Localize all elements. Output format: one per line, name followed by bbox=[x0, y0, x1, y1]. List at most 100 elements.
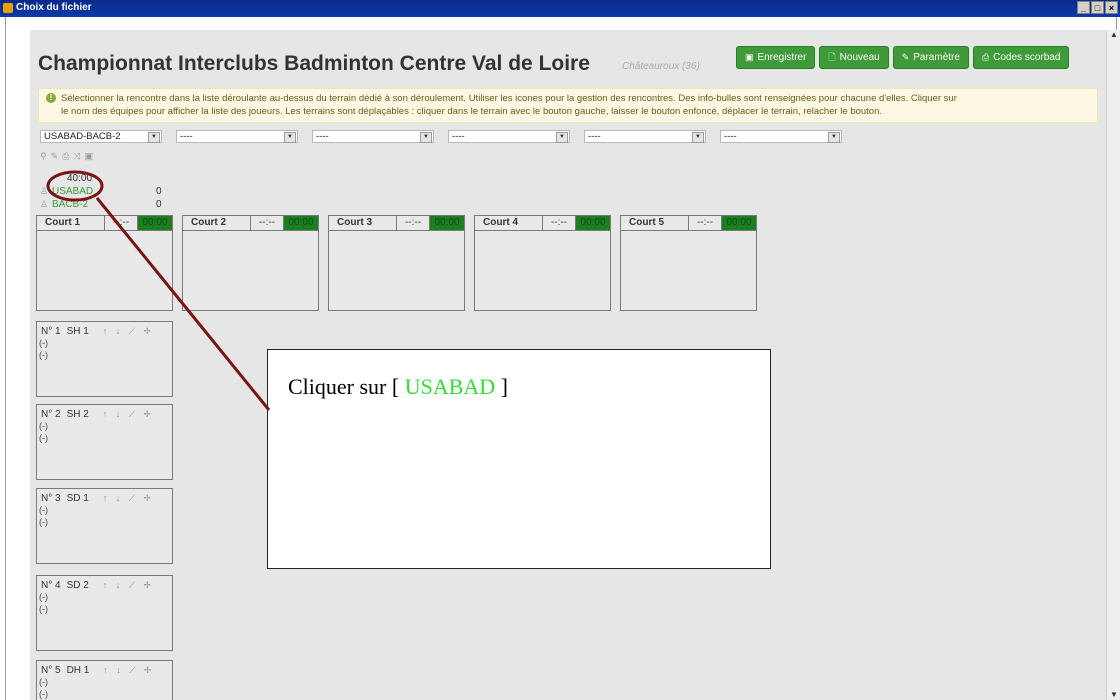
maximize-button[interactable]: □ bbox=[1091, 1, 1104, 14]
court-status: --:-- bbox=[105, 216, 138, 230]
page-title: Championnat Interclubs Badminton Centre … bbox=[38, 52, 590, 75]
court-4[interactable]: Court 4 --:-- 00:00 bbox=[474, 215, 611, 311]
court-2[interactable]: Court 2 --:-- 00:00 bbox=[182, 215, 319, 311]
court-header: Court 2 --:-- 00:00 bbox=[183, 216, 318, 231]
scorbad-codes-button-label: Codes scorbad bbox=[993, 52, 1061, 63]
match-number: N° 3 bbox=[41, 493, 61, 504]
select-value: USABAD-BACB-2 bbox=[44, 131, 121, 142]
match-card-4[interactable]: N° 4 SD 2 ↑ ↓ ⟋ ✢ (-) (-) bbox=[36, 575, 173, 651]
match-select-court-4[interactable]: ---- ▼ bbox=[448, 130, 570, 143]
match-card-5[interactable]: N° 5 DH 1 ↑ ↓ ⟋ ✢ (-) (-) bbox=[36, 660, 173, 700]
court-status: --:-- bbox=[397, 216, 430, 230]
wrench-icon: ✎ bbox=[901, 52, 910, 62]
match-action-icons: ⚲ ✎ ⎙ ⤨ ▣ bbox=[40, 151, 93, 162]
player-2: (-) bbox=[39, 433, 48, 443]
match-type: SH 2 bbox=[66, 409, 89, 420]
match-tools-icon[interactable]: ↑ ↓ ⟋ ✢ bbox=[103, 409, 154, 420]
court-name: Court 3 bbox=[329, 216, 397, 230]
chevron-down-icon: ▼ bbox=[556, 132, 568, 143]
scroll-up-arrow-icon[interactable]: ▲ bbox=[1109, 30, 1119, 40]
match-card-1[interactable]: N° 1 SH 1 ↑ ↓ ⟋ ✢ (-) (-) bbox=[36, 321, 173, 397]
window-titlebar: Choix du fichier _ □ × bbox=[0, 0, 1120, 17]
settings-button[interactable]: ✎ Paramètre bbox=[892, 46, 969, 69]
toolbar: ▣ Enregistrer 🗋 Nouveau ✎ Paramètre ⎙ Codes … bbox=[736, 46, 1070, 69]
callout-suffix: ] bbox=[495, 374, 508, 399]
scroll-down-arrow-icon[interactable]: ▼ bbox=[1109, 690, 1119, 700]
court-time: 00:00 bbox=[430, 216, 464, 230]
match-card-3[interactable]: N° 3 SD 1 ↑ ↓ ⟋ ✢ (-) (-) bbox=[36, 488, 173, 564]
chevron-down-icon: ▼ bbox=[420, 132, 432, 143]
match-type: SD 2 bbox=[66, 580, 89, 591]
window-title: Choix du fichier bbox=[16, 2, 92, 13]
court-5[interactable]: Court 5 --:-- 00:00 bbox=[620, 215, 757, 311]
new-button[interactable]: 🗋 Nouveau bbox=[819, 46, 889, 69]
match-type: SD 1 bbox=[66, 493, 89, 504]
team-score: 0 bbox=[156, 186, 162, 197]
user-icon: ♙ bbox=[40, 199, 49, 209]
team-row-home: ♙ USABAD 0 bbox=[40, 186, 162, 197]
match-number: N° 5 bbox=[41, 665, 61, 676]
court-1[interactable]: Court 1 --:-- 00:00 bbox=[36, 215, 173, 311]
match-type: DH 1 bbox=[66, 665, 90, 676]
minimize-button[interactable]: _ bbox=[1077, 1, 1090, 14]
court-header: Court 5 --:-- 00:00 bbox=[621, 216, 756, 231]
match-card-2[interactable]: N° 2 SH 2 ↑ ↓ ⟋ ✢ (-) (-) bbox=[36, 404, 173, 480]
match-select-court-3[interactable]: ---- ▼ bbox=[312, 130, 434, 143]
court-name: Court 5 bbox=[621, 216, 689, 230]
court-header: Court 1 --:-- 00:00 bbox=[37, 216, 172, 231]
select-value: ---- bbox=[452, 131, 465, 142]
court-status: --:-- bbox=[543, 216, 576, 230]
court-name: Court 2 bbox=[183, 216, 251, 230]
player-1: (-) bbox=[39, 421, 48, 431]
save-button[interactable]: ▣ Enregistrer bbox=[736, 46, 816, 69]
select-value: ---- bbox=[724, 131, 737, 142]
team-name-usabad[interactable]: USABAD bbox=[52, 186, 156, 197]
match-tools-icon[interactable]: ↑ ↓ ⟋ ✢ bbox=[103, 493, 154, 504]
info-alert: ! Sélectionner la rencontre dans la list… bbox=[38, 88, 1098, 123]
match-tools-icon[interactable]: ↑ ↓ ⟋ ✢ bbox=[103, 580, 154, 591]
player-1: (-) bbox=[39, 505, 48, 515]
match-select-court-1[interactable]: USABAD-BACB-2 ▼ bbox=[40, 130, 162, 143]
chevron-down-icon: ▼ bbox=[284, 132, 296, 143]
court-time: 00:00 bbox=[576, 216, 610, 230]
bulb-icon[interactable]: ⚲ bbox=[40, 151, 47, 162]
match-type: SH 1 bbox=[66, 326, 89, 337]
court-header: Court 3 --:-- 00:00 bbox=[329, 216, 464, 231]
team-name-bacb2[interactable]: BACB-2 bbox=[52, 199, 156, 210]
court-3[interactable]: Court 3 --:-- 00:00 bbox=[328, 215, 465, 311]
chevron-down-icon: ▼ bbox=[828, 132, 840, 143]
info-icon: ! bbox=[46, 93, 56, 103]
scorbad-codes-button[interactable]: ⎙ Codes scorbad bbox=[972, 46, 1070, 69]
new-file-icon: 🗋 bbox=[828, 52, 836, 62]
close-button[interactable]: × bbox=[1105, 1, 1118, 14]
window-controls: _ □ × bbox=[1077, 1, 1118, 14]
app-icon bbox=[3, 3, 13, 13]
match-select-court-5[interactable]: ---- ▼ bbox=[584, 130, 706, 143]
save-icon: ▣ bbox=[745, 52, 754, 62]
court-time: 00:00 bbox=[722, 216, 756, 230]
match-number: N° 4 bbox=[41, 580, 61, 591]
tutorial-callout: Cliquer sur [ USABAD ] bbox=[267, 349, 771, 569]
player-2: (-) bbox=[39, 350, 48, 360]
print-icon[interactable]: ⎙ bbox=[62, 151, 69, 162]
save-button-label: Enregistrer bbox=[757, 52, 807, 63]
callout-highlight: USABAD bbox=[404, 374, 496, 399]
callout-prefix: Cliquer sur [ bbox=[288, 374, 405, 399]
select-value: ---- bbox=[316, 131, 329, 142]
vertical-scrollbar[interactable]: ▲ ▼ bbox=[1106, 30, 1120, 700]
match-number: N° 1 bbox=[41, 326, 61, 337]
court-header: Court 4 --:-- 00:00 bbox=[475, 216, 610, 231]
pencil-icon[interactable]: ✎ bbox=[51, 151, 59, 162]
image-icon[interactable]: ▣ bbox=[85, 151, 94, 162]
court-time: 00:00 bbox=[284, 216, 318, 230]
match-select-court-2[interactable]: ---- ▼ bbox=[176, 130, 298, 143]
match-tools-icon[interactable]: ↑ ↓ ⟋ ✢ bbox=[103, 326, 154, 337]
chevron-down-icon: ▼ bbox=[148, 132, 160, 143]
chevron-down-icon: ▼ bbox=[692, 132, 704, 143]
info-text-line-2: le nom des équipes pour afficher la list… bbox=[61, 106, 883, 117]
match-tools-icon[interactable]: ↑ ↓ ⟋ ✢ bbox=[103, 665, 154, 676]
match-select-court-6[interactable]: ---- ▼ bbox=[720, 130, 842, 143]
player-1: (-) bbox=[39, 677, 48, 687]
courts-row: Court 1 --:-- 00:00 Court 2 --:-- 00:00 … bbox=[36, 215, 757, 311]
shuffle-icon[interactable]: ⤨ bbox=[73, 151, 80, 162]
